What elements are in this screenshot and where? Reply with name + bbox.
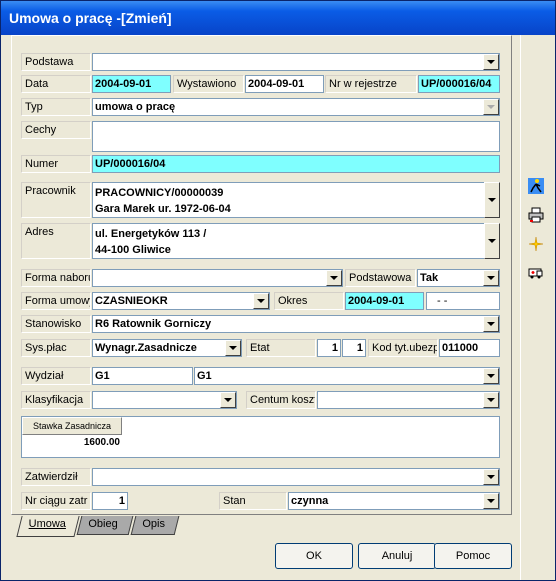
etat-numerator-field[interactable]: 1 [317, 339, 341, 357]
chevron-down-icon[interactable] [253, 293, 269, 309]
klasyfikacja-select[interactable] [92, 391, 237, 409]
cechy-label: Cechy [21, 121, 91, 139]
chevron-down-icon[interactable] [225, 340, 241, 356]
pracownik-field[interactable]: PRACOWNICY/00000039 Gara Marek ur. 1972-… [92, 182, 500, 218]
podstawa-label: Podstawa [21, 53, 91, 71]
podstawowa-select[interactable]: Tak [417, 269, 500, 287]
chevron-down-icon[interactable] [483, 493, 499, 509]
numer-label: Numer [21, 155, 91, 173]
person-run-icon[interactable] [528, 178, 544, 194]
chevron-down-icon[interactable] [483, 392, 499, 408]
forma-naboru-select[interactable] [92, 269, 343, 287]
nr-rejestrze-field[interactable]: UP/000016/04 [418, 75, 500, 93]
stanowisko-label: Stanowisko [21, 315, 91, 333]
sparkle-icon[interactable] [528, 236, 544, 252]
sys-plac-select[interactable]: Wynagr.Zasadnicze [92, 339, 242, 357]
podstawa-select[interactable] [92, 53, 500, 71]
klasyfikacja-label: Klasyfikacja [21, 391, 91, 409]
adres-field[interactable]: ul. Energetyków 113 / 44-100 Gliwice [92, 223, 500, 259]
wydzial-code-field[interactable]: G1 [92, 367, 193, 385]
podstawowa-label: Podstawowa [345, 269, 416, 287]
adres-line1: ul. Energetyków 113 / [95, 228, 207, 240]
etat-label: Etat [246, 339, 316, 357]
chevron-down-icon[interactable] [484, 223, 500, 259]
pracownik-line1: PRACOWNICY/00000039 [95, 187, 224, 199]
stan-select[interactable]: czynna [288, 492, 500, 510]
chevron-down-icon[interactable] [483, 469, 499, 485]
chevron-down-icon[interactable] [326, 270, 342, 286]
stawka-column-header[interactable]: Stawka Zasadnicza [22, 417, 122, 435]
wydzial-name-select[interactable]: G1 [194, 367, 500, 385]
okres-do-field[interactable]: - - [426, 292, 500, 310]
chevron-down-icon[interactable] [483, 54, 499, 70]
tab-opis[interactable]: Opis [130, 516, 180, 535]
okres-label: Okres [274, 292, 344, 310]
anuluj-button[interactable]: Anuluj [358, 543, 436, 569]
stawka-panel: Stawka Zasadnicza 1600.00 [21, 416, 500, 458]
nr-ciagu-label: Nr ciągu zatr [21, 492, 91, 510]
data-field[interactable]: 2004-09-01 [92, 75, 171, 93]
numer-field[interactable]: UP/000016/04 [92, 155, 500, 173]
pracownik-label: Pracownik [21, 182, 91, 218]
wystawiono-field[interactable]: 2004-09-01 [245, 75, 324, 93]
nr-rejestrze-label: Nr w rejestrze [325, 75, 417, 93]
sys-plac-label: Sys.płac [21, 339, 91, 357]
forma-naboru-label: Forma naboru [21, 269, 91, 287]
adres-label: Adres [21, 223, 91, 259]
etat-denominator-field[interactable]: 1 [342, 339, 366, 357]
adres-dropdown[interactable] [482, 223, 500, 259]
kod-tyt-field[interactable]: 011000 [439, 339, 500, 357]
tool-sidebar [520, 35, 555, 580]
chevron-down-icon[interactable] [483, 316, 499, 332]
centum-label: Centum koszt. [246, 391, 316, 409]
forma-umowy-label: Forma umowy [21, 292, 91, 310]
ambulance-icon[interactable] [528, 264, 544, 280]
tab-umowa[interactable]: Umowa [16, 516, 80, 537]
zatwierdzil-label: Zatwierdził [21, 468, 91, 486]
pracownik-dropdown[interactable] [482, 182, 500, 218]
typ-select[interactable]: umowa o pracę [92, 98, 500, 116]
wydzial-label: Wydział [21, 367, 91, 385]
stawka-value: 1600.00 [83, 437, 120, 448]
chevron-down-icon[interactable] [484, 182, 500, 218]
ok-button[interactable]: OK [275, 543, 353, 569]
printer-icon[interactable] [528, 207, 544, 223]
adres-line2: 44-100 Gliwice [95, 244, 171, 256]
kod-tyt-label: Kod tyt.ubezp [368, 339, 438, 357]
cechy-field[interactable] [92, 121, 500, 152]
forma-umowy-select[interactable]: CZASNIEOKR [92, 292, 270, 310]
chevron-down-icon[interactable] [483, 368, 499, 384]
wystawiono-label: Wystawiono [173, 75, 244, 93]
centum-select[interactable] [317, 391, 500, 409]
stan-label: Stan [219, 492, 287, 510]
chevron-down-icon[interactable] [483, 270, 499, 286]
data-label: Data [21, 75, 91, 93]
stanowisko-select[interactable]: R6 Ratownik Gorniczy [92, 315, 500, 333]
zatwierdzil-select[interactable] [92, 468, 500, 486]
nr-ciagu-field[interactable]: 1 [92, 492, 128, 510]
okres-od-field[interactable]: 2004-09-01 [345, 292, 424, 310]
pracownik-line2: Gara Marek ur. 1972-06-04 [95, 203, 231, 215]
typ-label: Typ [21, 98, 91, 116]
chevron-down-icon[interactable] [220, 392, 236, 408]
chevron-down-icon[interactable] [483, 99, 499, 115]
window-title: Umowa o pracę -[Zmień] [1, 1, 555, 35]
tab-obieg[interactable]: Obieg [76, 516, 134, 535]
pomoc-button[interactable]: Pomoc [434, 543, 512, 569]
dialog-window: Umowa o pracę -[Zmień] Podstawa Data 200… [0, 0, 556, 581]
